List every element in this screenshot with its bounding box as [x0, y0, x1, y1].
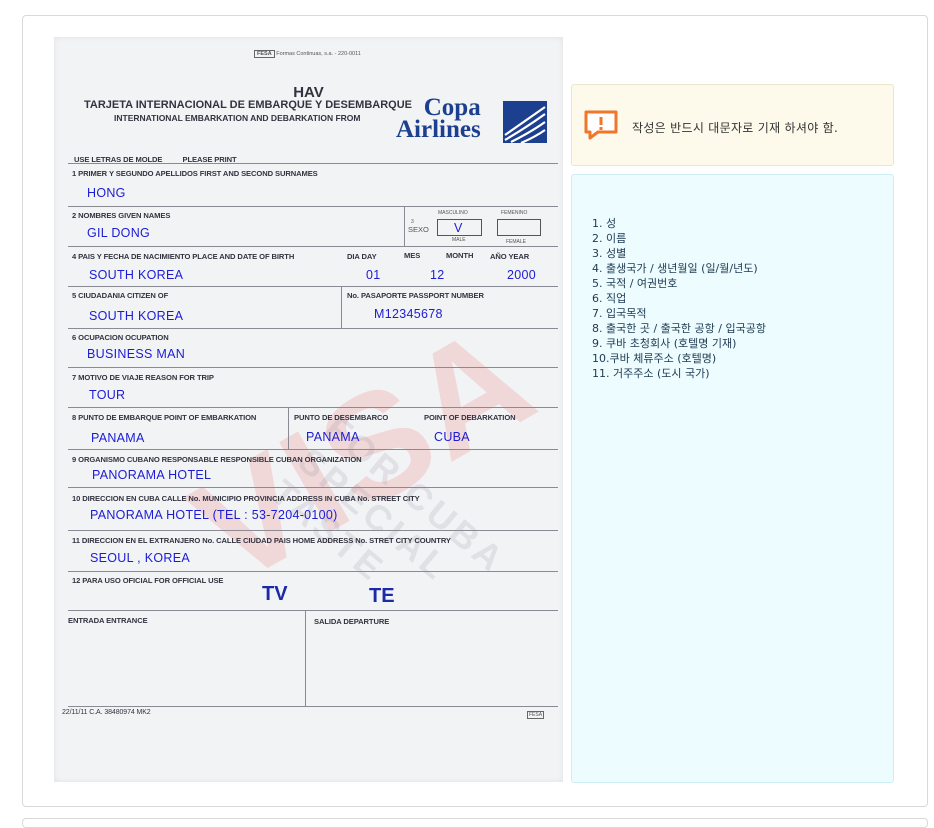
field-11-value: SEOUL , KOREA — [90, 551, 190, 565]
list-item: 5. 국적 / 여권번호 — [592, 277, 678, 290]
field-2-value: GIL DONG — [87, 226, 151, 240]
debark-label-es: PUNTO DE DESEMBARCO — [294, 413, 389, 422]
female-box — [497, 219, 541, 236]
field-guide-box: 1. 성 2. 이름 3. 성별 4. 출생국가 / 생년월일 (일/월/년도)… — [571, 174, 894, 783]
debark-country-value: CUBA — [434, 430, 470, 444]
female-label: FEMALE — [506, 239, 527, 245]
field-10-value: PANORAMA HOTEL (TEL : 53-7204-0100) — [90, 508, 338, 522]
passport-label: No. PASAPORTE PASSPORT NUMBER — [347, 291, 484, 300]
entrance-label: ENTRADA ENTRANCE — [68, 616, 148, 625]
footer-brand: FESA — [527, 711, 545, 719]
form-title-es: TARJETA INTERNACIONAL DE EMBARQUE Y DESE… — [84, 99, 412, 111]
embark-point-value: PANAMA — [91, 431, 145, 445]
list-item: 8. 출국한 곳 / 출국한 공항 / 입국공항 — [592, 322, 766, 335]
notice-text: 작성은 반드시 대문자로 기재 하셔야 함. — [632, 121, 839, 135]
list-item: 10.쿠바 체류주소 (호텔명) — [592, 352, 717, 365]
list-item: 6. 직업 — [592, 292, 627, 305]
form-footer: 22/11/11 C.A. 38480974 MK2 — [62, 709, 151, 716]
debark-label-en: POINT OF DEBARKATION — [424, 413, 516, 422]
exclamation-icon — [584, 110, 618, 140]
femenino-label: FEMENINO — [501, 210, 528, 216]
visa-watermark: VISA — [165, 290, 560, 616]
field-guide-list: 1. 성 2. 이름 3. 성별 4. 출생국가 / 생년월일 (일/월/년도)… — [592, 216, 766, 381]
month-es-label: MES — [404, 251, 421, 260]
list-item: 1. 성 — [592, 217, 617, 230]
departure-label: SALIDA DEPARTURE — [314, 617, 390, 626]
field-7-value: TOUR — [89, 388, 126, 402]
field-1-label: 1 PRIMER Y SEGUNDO APELLIDOS FIRST AND S… — [72, 169, 318, 178]
passport-value: M12345678 — [374, 307, 443, 321]
field-6-value: BUSINESS MAN — [87, 347, 186, 361]
list-item: 7. 입국목적 — [592, 307, 647, 320]
field-10-label: 10 DIRECCION EN CUBA CALLE No. MUNICIPIO… — [72, 494, 420, 503]
field-4-label: 4 PAIS Y FECHA DE NACIMIENTO PLACE AND D… — [72, 252, 295, 261]
field-9-value: PANORAMA HOTEL — [92, 468, 212, 482]
field-4-value: SOUTH KOREA — [89, 268, 184, 282]
list-item: 4. 출생국가 / 생년월일 (일/월/년도) — [592, 262, 758, 275]
list-item: 11. 거주주소 (도시 국가) — [592, 367, 710, 380]
field-2-label: 2 NOMBRES GIVEN NAMES — [72, 211, 171, 220]
list-item: 9. 쿠바 초청회사 (호텔명 기재) — [592, 337, 737, 350]
printer-line: FESA Formas Continuas, s.a. - 220-0011 — [254, 50, 361, 58]
year-label: AÑO YEAR — [490, 252, 530, 261]
field-5-value: SOUTH KOREA — [89, 309, 184, 323]
birth-month-value: 12 — [430, 268, 445, 282]
uppercase-notice: 작성은 반드시 대문자로 기재 하셔야 함. — [571, 84, 894, 166]
day-label: DIA DAY — [347, 252, 377, 261]
list-item: 3. 성별 — [592, 247, 627, 260]
field-8-label: 8 PUNTO DE EMBARQUE POINT OF EMBARKATION — [72, 413, 257, 422]
list-item: 2. 이름 — [592, 232, 627, 245]
official-tv-mark: TV — [262, 583, 288, 605]
field-1-value: HONG — [87, 186, 126, 200]
form-title-en: INTERNATIONAL EMBARKATION AND DEBARKATIO… — [114, 113, 361, 123]
copa-wing-icon — [503, 101, 547, 143]
field-6-label: 6 OCUPACION OCUPATION — [72, 333, 169, 342]
birth-day-value: 01 — [366, 268, 381, 282]
birth-year-value: 2000 — [507, 268, 537, 282]
next-panel — [22, 818, 928, 828]
field-12-label: 12 PARA USO OFICIAL FOR OFFICIAL USE — [72, 576, 224, 585]
field-11-label: 11 DIRECCION EN EL EXTRANJERO No. CALLE … — [72, 536, 451, 545]
field-3-value: V — [454, 221, 463, 235]
debark-point-value: PANAMA — [306, 430, 360, 444]
field-3-label: SEXO — [408, 225, 429, 234]
month-label: MONTH — [446, 251, 474, 260]
embarkation-card-image: VISA FOR CUBA SPECIAL TASTE FESA Formas … — [54, 37, 563, 782]
field-5-label: 5 CIUDADANIA CITIZEN OF — [72, 291, 169, 300]
field-7-label: 7 MOTIVO DE VIAJE REASON FOR TRIP — [72, 373, 214, 382]
official-te-mark: TE — [369, 585, 395, 607]
masculino-label: MASCULINO — [438, 210, 468, 216]
diagonal-watermark: FOR CUBA SPECIAL TASTE — [263, 407, 513, 591]
field-9-label: 9 ORGANISMO CUBANO RESPONSABLE RESPONSIB… — [72, 455, 362, 464]
male-label: MALE — [452, 237, 466, 243]
